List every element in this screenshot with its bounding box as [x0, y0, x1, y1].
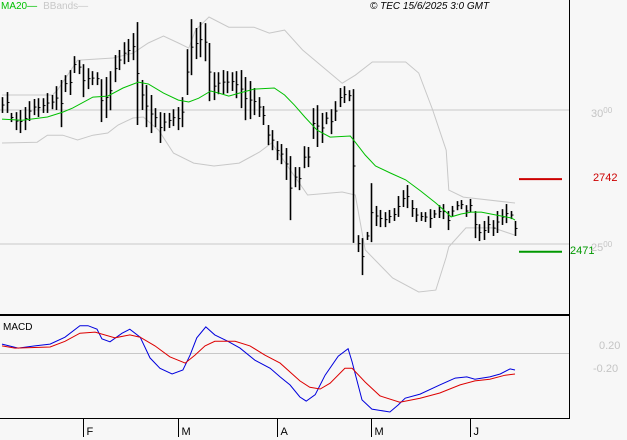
resistance-label: 2742 — [593, 172, 618, 185]
legend-ma20: MA20— — [1, 1, 38, 12]
support-resistance-levels — [519, 178, 562, 253]
x-axis-ticks — [83, 418, 471, 437]
macd-lines — [1, 325, 516, 413]
legend-bbands-label: BBands — [43, 1, 79, 12]
ma20-path — [1, 81, 516, 221]
price-axis-label: 3000 — [591, 106, 613, 120]
chart-frame — [0, 0, 570, 419]
month-label: F — [86, 426, 94, 438]
signal-path — [1, 331, 516, 403]
legend-ma20-label: MA20 — [1, 1, 28, 12]
month-label: M — [181, 426, 191, 438]
legend: MA20— BBands— — [1, 1, 88, 12]
price-axis-label-minor: 00 — [603, 240, 613, 249]
month-label: A — [280, 426, 288, 438]
price-axis-label: 2500 — [591, 240, 613, 254]
gridlines — [0, 109, 569, 354]
price-axis-label-minor: 00 — [603, 106, 613, 115]
bollinger-bands — [1, 16, 516, 293]
ma20-line — [1, 81, 516, 221]
macd-axis-label: 0.20 — [599, 340, 621, 352]
macd-axis-label: -0.20 — [593, 363, 619, 375]
macd-title: MACD — [3, 322, 33, 333]
month-label: M — [374, 426, 384, 438]
chart-canvas — [0, 0, 570, 437]
month-label: J — [473, 426, 480, 438]
legend-bbands: BBands— — [43, 1, 89, 12]
copyright-text: © TEC 15/6/2025 3:0 GMT — [370, 1, 490, 12]
price-bars — [1, 19, 518, 276]
macd-path — [1, 325, 516, 413]
